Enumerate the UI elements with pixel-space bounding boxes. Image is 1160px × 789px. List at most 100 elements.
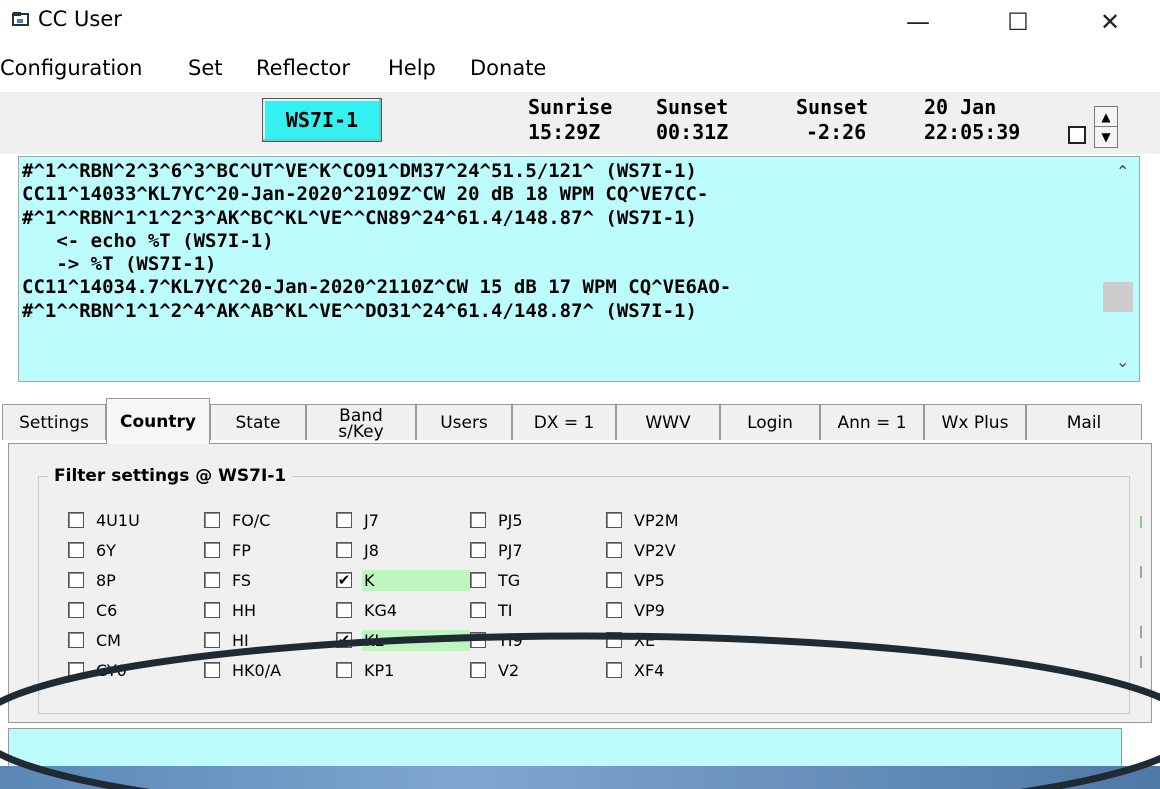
sunset-time: 00:31Z xyxy=(656,120,729,144)
country-checkbox-item[interactable]: 8P xyxy=(68,568,122,592)
chevron-down-icon[interactable]: ⌄ xyxy=(1116,352,1129,371)
country-checkbox-item[interactable]: VP2M xyxy=(606,508,685,532)
country-checkbox-item[interactable]: FO/C xyxy=(204,508,276,532)
checkbox-unchecked[interactable] xyxy=(204,542,220,558)
country-checkbox-item[interactable]: FP xyxy=(204,538,257,562)
checkbox-label: FS xyxy=(232,570,252,590)
menu-configuration[interactable]: Configuration xyxy=(0,56,142,80)
country-checkbox-item[interactable]: CY0 xyxy=(68,658,133,682)
checkbox-unchecked[interactable] xyxy=(336,602,352,618)
country-checkbox-item[interactable]: PJ5 xyxy=(470,508,529,532)
country-checkbox-item[interactable]: XF4 xyxy=(606,658,670,682)
checkbox-unchecked[interactable] xyxy=(68,632,84,648)
checkbox-unchecked[interactable] xyxy=(68,542,84,558)
side-marker xyxy=(1140,626,1142,638)
minimize-button[interactable]: — xyxy=(890,0,946,44)
country-checkbox-item[interactable]: 4U1U xyxy=(68,508,146,532)
checkbox-unchecked[interactable] xyxy=(68,662,84,678)
checkbox-unchecked[interactable] xyxy=(336,542,352,558)
checkbox-unchecked[interactable] xyxy=(204,632,220,648)
console-lines: #^1^^RBN^2^3^6^3^BC^UT^VE^K^CO91^DM37^24… xyxy=(22,160,731,323)
country-checkbox-item[interactable]: KP1 xyxy=(336,658,400,682)
checkbox-label: C6 xyxy=(96,600,118,620)
country-checkbox-item[interactable]: VP9 xyxy=(606,598,671,622)
country-checkbox-item[interactable]: VP5 xyxy=(606,568,671,592)
country-checkbox-item[interactable]: HK0/A xyxy=(204,658,287,682)
filter-settings-group xyxy=(38,476,1130,714)
country-checkbox-item[interactable]: VP2V xyxy=(606,538,682,562)
country-checkbox-item[interactable]: V2 xyxy=(470,658,525,682)
checkbox-unchecked[interactable] xyxy=(204,572,220,588)
checkbox-label: CM xyxy=(96,630,121,650)
clock-display: 22:05:39 xyxy=(924,120,1021,144)
checkbox-unchecked[interactable] xyxy=(470,572,486,588)
country-checkbox-item[interactable]: XE xyxy=(606,628,661,652)
tab-wx-plus[interactable]: Wx Plus xyxy=(924,404,1026,440)
checkbox-unchecked[interactable] xyxy=(204,602,220,618)
tab-country[interactable]: Country xyxy=(106,398,210,444)
checkbox-checked[interactable]: ✔ xyxy=(336,572,352,588)
node-button[interactable]: WS7I-1 xyxy=(262,98,382,142)
checkbox-unchecked[interactable] xyxy=(606,572,622,588)
menu-donate[interactable]: Donate xyxy=(470,56,546,80)
menu-help[interactable]: Help xyxy=(388,56,436,80)
tab-state[interactable]: State xyxy=(210,404,306,440)
tab-bands-key[interactable]: Band s/Key xyxy=(306,404,416,440)
country-checkbox-item[interactable]: 6Y xyxy=(68,538,122,562)
checkbox-unchecked[interactable] xyxy=(470,602,486,618)
header-scroll-up-icon[interactable]: ▲ xyxy=(1094,106,1118,128)
checkbox-unchecked[interactable] xyxy=(68,602,84,618)
tab-users[interactable]: Users xyxy=(416,404,512,440)
checkbox-unchecked[interactable] xyxy=(68,572,84,588)
checkbox-unchecked[interactable] xyxy=(606,662,622,678)
country-checkbox-item[interactable]: ✔ KL xyxy=(336,628,470,652)
window-toggle-checkbox[interactable] xyxy=(1068,126,1086,144)
command-input[interactable] xyxy=(8,728,1122,768)
tab-wwv[interactable]: WWV xyxy=(616,404,720,440)
country-checkbox-item[interactable]: FS xyxy=(204,568,257,592)
maximize-button[interactable]: ☐ xyxy=(990,0,1046,44)
header-scroll-down-icon[interactable]: ▼ xyxy=(1094,126,1118,148)
checkbox-checked[interactable]: ✔ xyxy=(336,632,352,648)
tab-mail[interactable]: Mail xyxy=(1026,404,1142,440)
checkbox-label: KL xyxy=(362,629,470,651)
country-checkbox-item[interactable]: TI xyxy=(470,598,519,622)
tab-announcements[interactable]: Ann = 1 xyxy=(820,404,924,440)
close-button[interactable]: ✕ xyxy=(1082,0,1138,44)
country-checkbox-item[interactable]: ✔ K xyxy=(336,568,470,592)
country-checkbox-item[interactable]: CM xyxy=(68,628,127,652)
checkbox-unchecked[interactable] xyxy=(606,632,622,648)
country-checkbox-item[interactable]: J7 xyxy=(336,508,385,532)
tab-settings[interactable]: Settings xyxy=(2,404,106,440)
tab-login[interactable]: Login xyxy=(720,404,820,440)
checkbox-unchecked[interactable] xyxy=(606,512,622,528)
checkbox-unchecked[interactable] xyxy=(68,512,84,528)
checkbox-unchecked[interactable] xyxy=(606,542,622,558)
checkbox-unchecked[interactable] xyxy=(336,512,352,528)
checkbox-unchecked[interactable] xyxy=(606,602,622,618)
chevron-up-icon[interactable]: ⌃ xyxy=(1116,162,1129,181)
menu-set[interactable]: Set xyxy=(188,56,222,80)
menu-reflector[interactable]: Reflector xyxy=(256,56,350,80)
checkbox-unchecked[interactable] xyxy=(204,512,220,528)
checkbox-label: 6Y xyxy=(96,540,116,560)
checkbox-unchecked[interactable] xyxy=(204,662,220,678)
checkbox-unchecked[interactable] xyxy=(336,662,352,678)
country-checkbox-item[interactable]: C6 xyxy=(68,598,123,622)
checkbox-unchecked[interactable] xyxy=(470,662,486,678)
country-checkbox-item[interactable]: HH xyxy=(204,598,262,622)
console-scrollbar[interactable] xyxy=(1116,157,1138,379)
country-checkbox-item[interactable]: PJ7 xyxy=(470,538,529,562)
country-checkbox-item[interactable]: TG xyxy=(470,568,526,592)
title-bar: CC User — ☐ ✕ xyxy=(0,0,1160,44)
tab-dx[interactable]: DX = 1 xyxy=(512,404,616,440)
scrollbar-thumb[interactable] xyxy=(1103,282,1133,312)
checkbox-unchecked[interactable] xyxy=(470,632,486,648)
country-checkbox-item[interactable]: J8 xyxy=(336,538,385,562)
checkbox-unchecked[interactable] xyxy=(470,542,486,558)
country-checkbox-item[interactable]: TI9 xyxy=(470,628,529,652)
country-checkbox-item[interactable]: HI xyxy=(204,628,255,652)
checkbox-label: FO/C xyxy=(232,510,271,530)
country-checkbox-item[interactable]: KG4 xyxy=(336,598,403,622)
checkbox-unchecked[interactable] xyxy=(470,512,486,528)
